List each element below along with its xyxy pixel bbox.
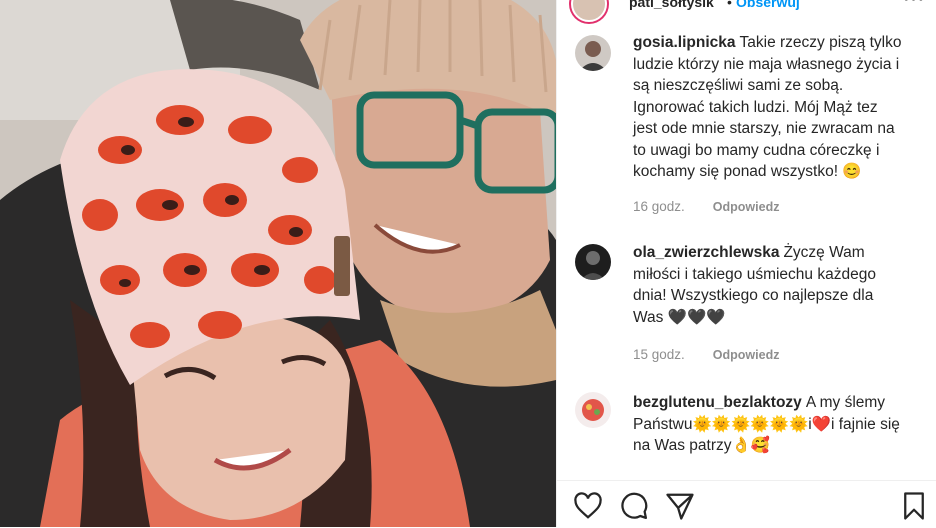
comment-time: 16 godz. (633, 199, 685, 214)
commenter-avatar[interactable] (575, 35, 611, 71)
comment-username[interactable]: ola_zwierzchlewska (633, 244, 779, 261)
comment-body: bezglutenu_bezlaktozy A my ślemy Państwu🌞… (633, 392, 903, 457)
comment-meta: 16 godz. Odpowiedz (633, 199, 779, 214)
follow-button[interactable]: Obserwuj (736, 0, 800, 10)
author-avatar[interactable] (571, 0, 607, 22)
commenter-avatar[interactable] (575, 392, 611, 428)
post-photo[interactable] (0, 0, 556, 527)
avatar-image-icon (575, 244, 611, 280)
comment-bubble-icon[interactable] (619, 491, 649, 521)
bookmark-icon[interactable] (899, 491, 929, 521)
heart-outline-icon[interactable] (573, 491, 603, 521)
selfie-illustration (0, 0, 556, 527)
action-bar (557, 480, 936, 528)
comment-text: Takie rzeczy piszą tylko ludzie którzy n… (633, 34, 902, 180)
post-sidebar: pati_sołtysik • Obserwuj ••• gosia.lipni… (556, 0, 936, 528)
reply-button[interactable]: Odpowiedz (713, 200, 780, 214)
comment-username[interactable]: gosia.lipnicka (633, 34, 736, 51)
post-header: pati_sołtysik • Obserwuj ••• (557, 0, 936, 26)
reply-button[interactable]: Odpowiedz (713, 348, 780, 362)
avatar-image-icon (575, 35, 611, 71)
header-separator: • (727, 0, 732, 10)
comment-username[interactable]: bezglutenu_bezlaktozy (633, 394, 802, 411)
comment-body: gosia.lipnicka Takie rzeczy piszą tylko l… (633, 32, 903, 183)
comment-body: ola_zwierzchlewska Życzę Wam miłości i ta… (633, 242, 903, 328)
author-username[interactable]: pati_sołtysik (629, 0, 714, 10)
comment-time: 15 godz. (633, 347, 685, 362)
paper-plane-icon[interactable] (665, 491, 695, 521)
avatar-image-icon (575, 392, 611, 428)
comment-meta: 15 godz. Odpowiedz (633, 347, 779, 362)
commenter-avatar[interactable] (575, 244, 611, 280)
more-options-icon[interactable]: ••• (903, 0, 925, 9)
